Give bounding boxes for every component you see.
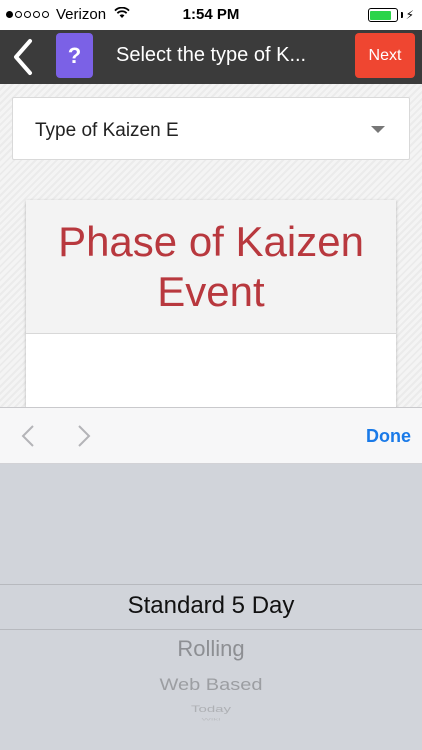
battery-fill xyxy=(370,10,392,20)
picker-option[interactable]: Today xyxy=(0,704,422,714)
picker-option[interactable]: Wiki xyxy=(0,717,422,721)
picker-option[interactable]: Standard 5 Day xyxy=(0,592,422,620)
phase-card: Phase of Kaizen Event xyxy=(26,200,396,420)
status-bar: Verizon 1:54 PM ⚡︎ xyxy=(0,0,422,30)
page-title: Select the type of K... xyxy=(116,44,307,66)
card-title: Phase of Kaizen Event xyxy=(26,200,396,334)
charging-bolt-icon: ⚡︎ xyxy=(405,8,414,22)
picker-toolbar: Done xyxy=(0,407,422,464)
chevron-left-icon xyxy=(14,39,32,75)
chevron-left-icon xyxy=(21,425,34,447)
done-button[interactable]: Done xyxy=(366,426,411,447)
status-time: 1:54 PM xyxy=(182,6,240,23)
picker-option[interactable]: Web Based xyxy=(0,676,422,696)
previous-field-button[interactable] xyxy=(16,422,40,450)
help-button[interactable]: ? xyxy=(56,33,93,78)
battery-indicator: ⚡︎ xyxy=(367,8,414,22)
back-button[interactable] xyxy=(8,36,38,78)
next-button[interactable]: Next xyxy=(355,33,415,78)
picker-option[interactable]: Rolling xyxy=(0,636,422,662)
nav-bar: ? Select the type of K... Next xyxy=(0,30,422,84)
picker-wheel[interactable]: Standard 5 Day Rolling Web Based Today W… xyxy=(0,464,422,750)
battery-icon xyxy=(367,8,398,22)
kaizen-type-dropdown[interactable]: Type of Kaizen E xyxy=(12,97,410,160)
caret-down-icon xyxy=(371,126,385,133)
chevron-right-icon xyxy=(78,425,91,447)
next-field-button[interactable] xyxy=(72,422,96,450)
dropdown-value: Type of Kaizen E xyxy=(35,120,179,141)
main-content: Type of Kaizen E Phase of Kaizen Event xyxy=(0,84,422,420)
